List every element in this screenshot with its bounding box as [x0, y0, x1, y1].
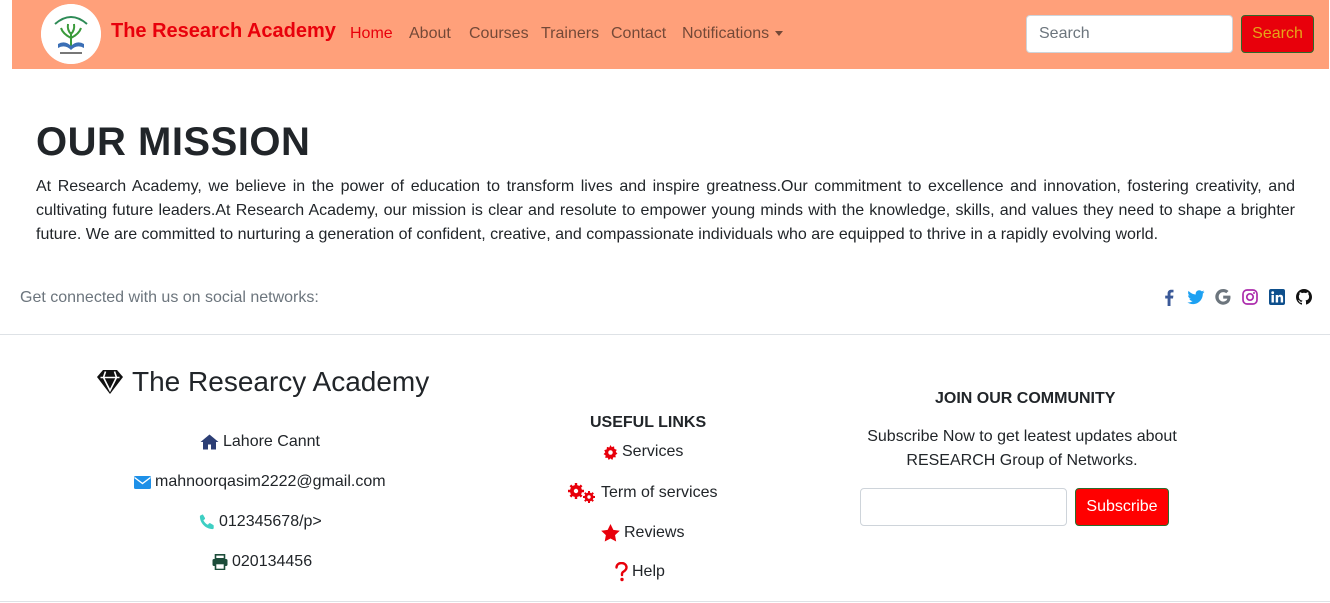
home-icon	[200, 434, 219, 450]
nav-trainers[interactable]: Trainers	[541, 25, 599, 43]
subscribe-email-input[interactable]	[860, 488, 1067, 526]
bottom-divider	[0, 601, 1330, 602]
contact-phone-text: 012345678/p>	[219, 513, 322, 530]
footer-brand: The Researcy Academy	[96, 366, 429, 398]
facebook-icon[interactable]	[1160, 288, 1178, 306]
printer-icon	[212, 554, 228, 570]
contact-email: mahnoorqasim2222@gmail.com	[134, 473, 386, 491]
nav-notifications-dropdown[interactable]: Notifications	[682, 25, 784, 43]
nav-contact[interactable]: Contact	[611, 25, 666, 43]
link-help-label: Help	[632, 563, 665, 580]
contact-address: Lahore Cannt	[200, 433, 320, 451]
contact-email-text: mahnoorqasim2222@gmail.com	[155, 473, 386, 490]
community-title: JOIN OUR COMMUNITY	[935, 390, 1116, 407]
github-icon[interactable]	[1295, 288, 1313, 306]
nav-courses[interactable]: Courses	[469, 25, 529, 43]
brand-title[interactable]: The Research Academy	[111, 20, 336, 43]
social-text: Get connected with us on social networks…	[20, 289, 319, 306]
nav-home[interactable]: Home	[350, 25, 393, 43]
navbar: The Research Academy Home About Courses …	[12, 0, 1329, 69]
link-term-of-services[interactable]: Term of services	[568, 483, 717, 503]
caret-down-icon	[775, 31, 784, 37]
instagram-icon[interactable]	[1241, 288, 1259, 306]
search-input[interactable]	[1026, 15, 1233, 53]
search-button[interactable]: Search	[1241, 15, 1314, 53]
link-reviews[interactable]: Reviews	[601, 524, 684, 542]
social-icons	[1160, 288, 1313, 306]
contact-fax-text: 020134456	[232, 553, 313, 570]
link-services-label: Services	[622, 443, 684, 460]
envelope-icon	[134, 475, 151, 489]
gear-icon	[603, 444, 618, 460]
nav-notifications-label: Notifications	[682, 25, 770, 42]
google-icon[interactable]	[1214, 288, 1232, 306]
link-services[interactable]: Services	[603, 443, 683, 461]
mission-text: At Research Academy, we believe in the p…	[36, 178, 1295, 243]
footer-brand-title: The Researcy Academy	[132, 366, 430, 397]
contact-fax: 020134456	[212, 553, 312, 571]
brand-logo[interactable]	[41, 4, 101, 64]
contact-phone: 012345678/p>	[199, 513, 322, 531]
nav-about[interactable]: About	[409, 25, 451, 43]
mission-title: OUR MISSION	[36, 120, 311, 164]
question-icon	[615, 562, 628, 582]
link-help[interactable]: Help	[615, 562, 665, 582]
divider	[0, 334, 1330, 335]
useful-links-title: USEFUL LINKS	[590, 414, 707, 431]
star-icon	[601, 524, 620, 542]
community-text: Subscribe Now to get leatest updates abo…	[867, 428, 1177, 469]
link-reviews-label: Reviews	[624, 524, 685, 541]
linkedin-icon[interactable]	[1268, 288, 1286, 306]
gears-icon	[568, 483, 595, 503]
subscribe-button[interactable]: Subscribe	[1075, 488, 1169, 526]
twitter-icon[interactable]	[1187, 288, 1205, 306]
gem-icon	[97, 370, 123, 394]
phone-icon	[199, 514, 214, 530]
link-term-of-services-label: Term of services	[601, 484, 718, 501]
contact-address-text: Lahore Cannt	[223, 433, 320, 450]
